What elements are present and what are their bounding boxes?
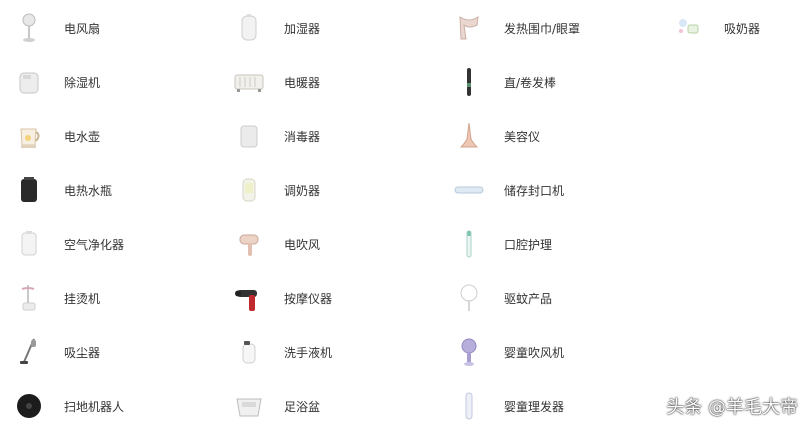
category-label: 婴童吹风机 — [504, 345, 565, 360]
category-item-oral-care[interactable]: 口腔护理 — [440, 217, 660, 271]
category-grid: 电风扇 加湿器 发热围巾/眼罩 吸奶器 除湿机 电暖器 直/卷发棒 电水壶 消毒… — [0, 1, 810, 433]
breast-pump-icon — [672, 11, 706, 45]
category-item-heated-scarf[interactable]: 发热围巾/眼罩 — [440, 1, 660, 55]
thermo-pot-icon — [12, 173, 46, 207]
category-item-sealing-machine[interactable]: 储存封口机 — [440, 163, 660, 217]
category-label: 电水壶 — [64, 129, 101, 144]
category-item-air-purifier[interactable]: 空气净化器 — [0, 217, 220, 271]
category-item-humidifier[interactable]: 加湿器 — [220, 1, 440, 55]
sealing-machine-icon — [452, 173, 486, 207]
heated-scarf-icon — [452, 11, 486, 45]
category-label: 除湿机 — [64, 75, 101, 90]
category-label: 电热水瓶 — [64, 183, 113, 198]
category-item-empty-1 — [660, 55, 810, 109]
electric-toothbrush-icon — [452, 227, 486, 261]
category-item-electric-heater[interactable]: 电暖器 — [220, 55, 440, 109]
category-label: 扫地机器人 — [64, 399, 125, 414]
category-item-dehumidifier[interactable]: 除湿机 — [0, 55, 220, 109]
category-label: 吸尘器 — [64, 345, 101, 360]
soap-dispenser-icon — [232, 335, 266, 369]
category-label: 电风扇 — [64, 21, 101, 36]
category-item-baby-hair-dryer[interactable]: 婴童吹风机 — [440, 325, 660, 379]
vacuum-cleaner-icon — [12, 335, 46, 369]
category-item-milk-warmer[interactable]: 调奶器 — [220, 163, 440, 217]
dehumidifier-icon — [12, 65, 46, 99]
category-item-thermo-pot[interactable]: 电热水瓶 — [0, 163, 220, 217]
category-label: 婴童理发器 — [504, 399, 565, 414]
baby-hair-dryer-icon — [452, 335, 486, 369]
category-label: 口腔护理 — [504, 237, 553, 252]
garment-steamer-icon — [12, 281, 46, 315]
category-item-empty-5 — [660, 271, 810, 325]
category-item-empty-2 — [660, 109, 810, 163]
category-label: 储存封口机 — [504, 183, 565, 198]
category-item-sterilizer[interactable]: 消毒器 — [220, 109, 440, 163]
category-item-hair-curler[interactable]: 直/卷发棒 — [440, 55, 660, 109]
category-label: 美容仪 — [504, 129, 541, 144]
category-item-beauty-device[interactable]: 美容仪 — [440, 109, 660, 163]
robot-vacuum-icon — [12, 389, 46, 423]
electric-heater-icon — [232, 65, 266, 99]
category-item-empty-3 — [660, 163, 810, 217]
category-item-soap-dispenser[interactable]: 洗手液机 — [220, 325, 440, 379]
hair-dryer-icon — [232, 227, 266, 261]
foot-bath-icon — [232, 389, 266, 423]
category-label: 发热围巾/眼罩 — [504, 21, 581, 36]
category-item-baby-hair-clipper[interactable]: 婴童理发器 — [440, 379, 660, 433]
baby-hair-clipper-icon — [452, 389, 486, 423]
category-label: 电吹风 — [284, 237, 321, 252]
category-item-vacuum-cleaner[interactable]: 吸尘器 — [0, 325, 220, 379]
massage-gun-icon — [232, 281, 266, 315]
category-label: 洗手液机 — [284, 345, 333, 360]
category-label: 电暖器 — [284, 75, 321, 90]
category-item-electric-kettle[interactable]: 电水壶 — [0, 109, 220, 163]
category-item-breast-pump[interactable]: 吸奶器 — [660, 1, 810, 55]
category-item-electric-fan[interactable]: 电风扇 — [0, 1, 220, 55]
category-label: 加湿器 — [284, 21, 321, 36]
humidifier-icon — [232, 11, 266, 45]
category-label: 调奶器 — [284, 183, 321, 198]
category-item-foot-bath[interactable]: 足浴盆 — [220, 379, 440, 433]
category-item-empty-4 — [660, 217, 810, 271]
sterilizer-icon — [232, 119, 266, 153]
category-item-robot-vacuum[interactable]: 扫地机器人 — [0, 379, 220, 433]
category-item-garment-steamer[interactable]: 挂烫机 — [0, 271, 220, 325]
category-label: 驱蚊产品 — [504, 291, 553, 306]
category-label: 挂烫机 — [64, 291, 101, 306]
category-item-hair-dryer[interactable]: 电吹风 — [220, 217, 440, 271]
mosquito-repellent-icon — [452, 281, 486, 315]
milk-warmer-icon — [232, 173, 266, 207]
beauty-device-icon — [452, 119, 486, 153]
category-label: 按摩仪器 — [284, 291, 333, 306]
category-label: 直/卷发棒 — [504, 75, 557, 90]
category-label: 吸奶器 — [724, 21, 761, 36]
electric-kettle-icon — [12, 119, 46, 153]
category-label: 足浴盆 — [284, 399, 321, 414]
category-item-massage-device[interactable]: 按摩仪器 — [220, 271, 440, 325]
category-item-mosquito-repellent[interactable]: 驱蚊产品 — [440, 271, 660, 325]
air-purifier-icon — [12, 227, 46, 261]
category-label: 消毒器 — [284, 129, 321, 144]
electric-fan-icon — [12, 11, 46, 45]
category-label: 空气净化器 — [64, 237, 125, 252]
watermark-text: 头条 @羊毛大帝 — [666, 397, 798, 418]
category-item-empty-6 — [660, 325, 810, 379]
hair-curler-icon — [452, 65, 486, 99]
